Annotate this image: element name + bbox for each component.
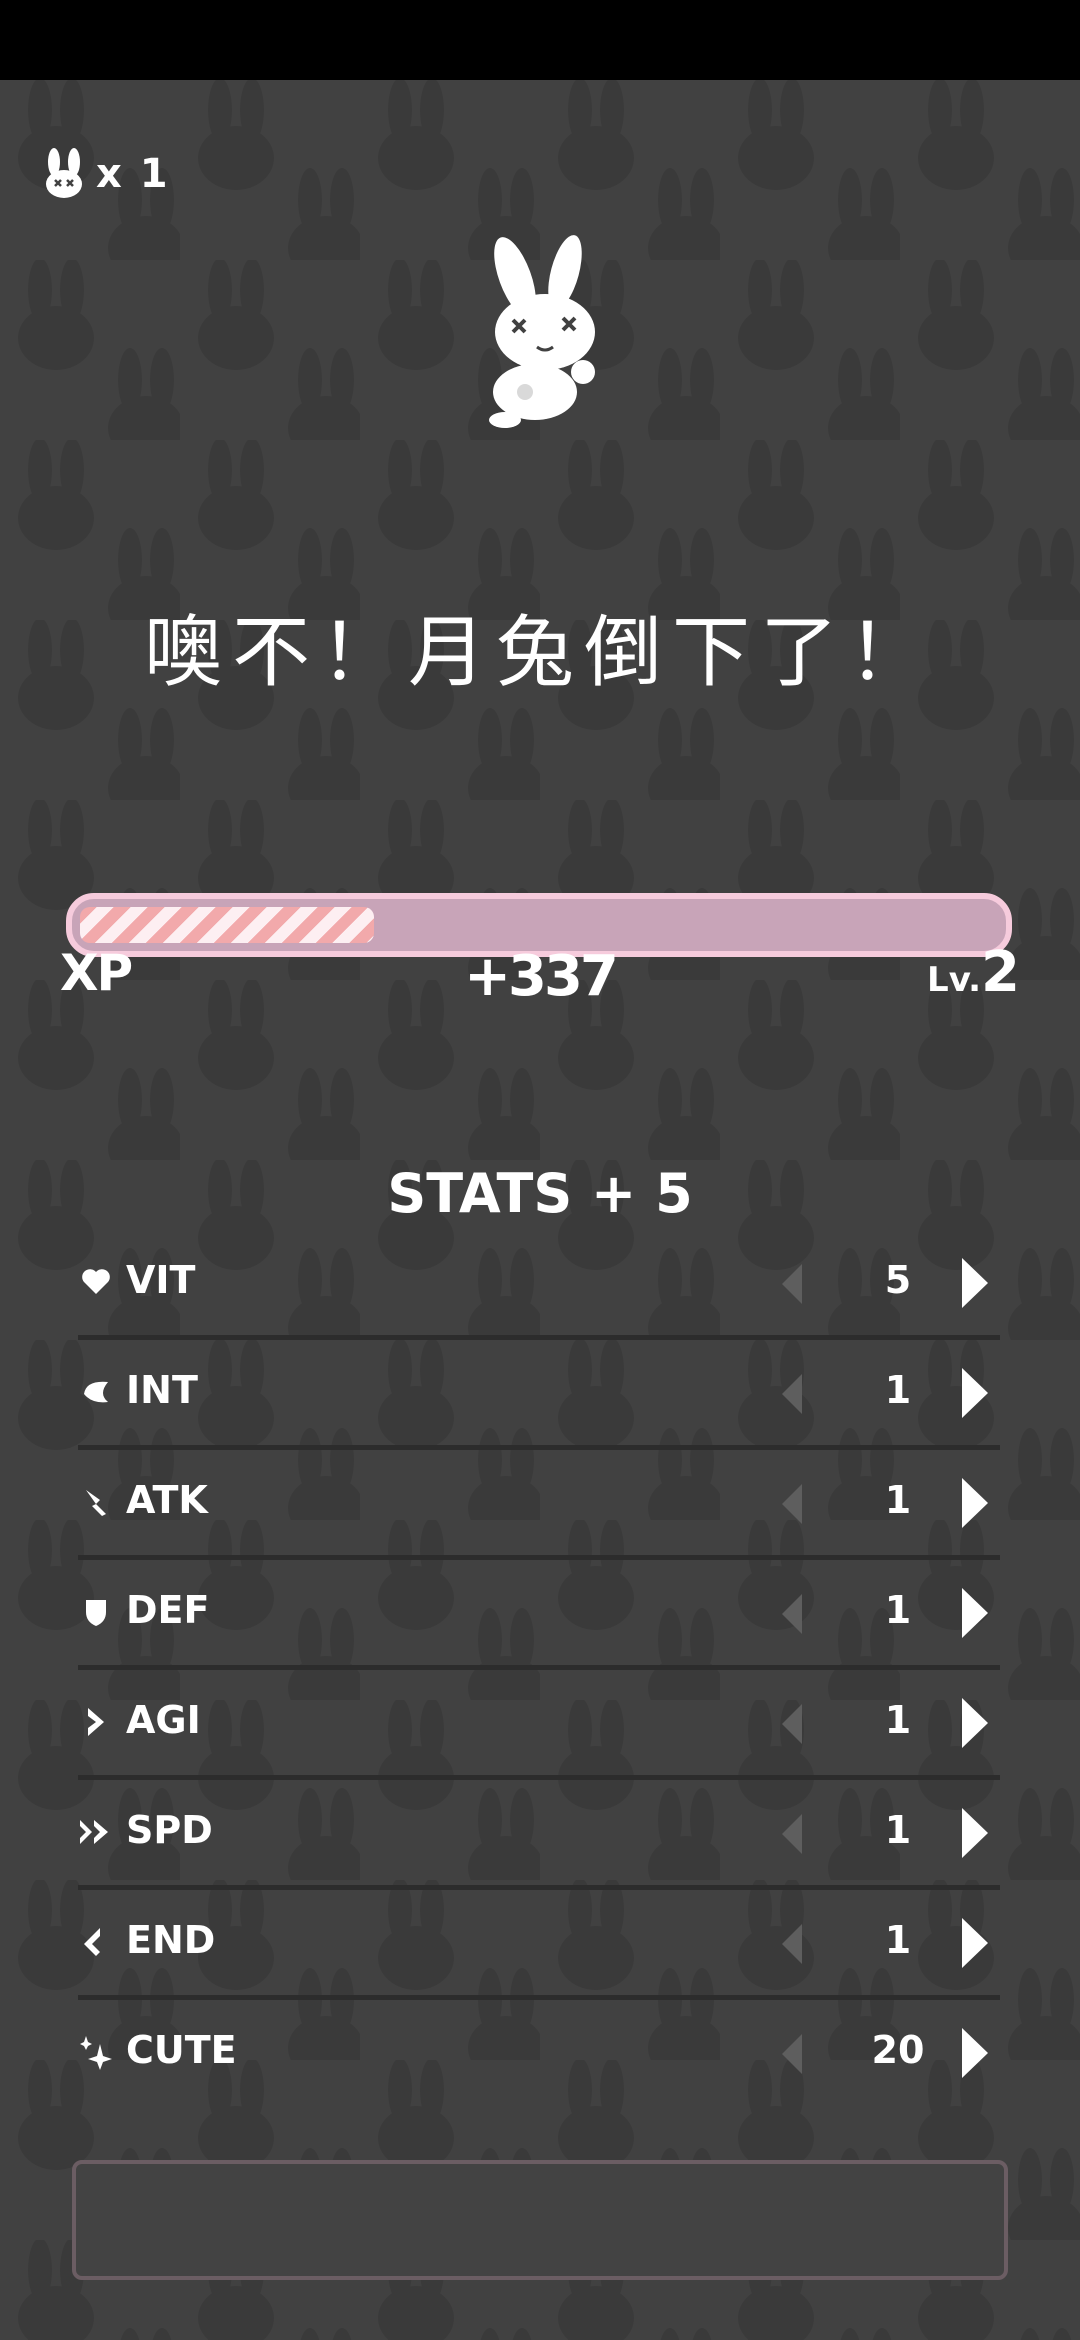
decrease-int-button[interactable] [778, 1372, 806, 1416]
game-over-title: 噢不！月兔倒下了！ [143, 608, 936, 698]
increase-def-button[interactable] [958, 1586, 992, 1640]
stat-name: SPD [126, 1808, 213, 1852]
heart-icon [82, 1269, 110, 1294]
stat-name: INT [126, 1368, 198, 1412]
stat-value: 1 [884, 1918, 912, 1962]
increase-end-button[interactable] [958, 1916, 992, 1970]
level-prefix: Lv. [927, 960, 982, 1000]
stats-list: VIT 5 INT 1 ATK 1 DEF 1 AGI 1 SPD 1 END 1 CUTE 20 [78, 1230, 1000, 2110]
stat-name: END [126, 1918, 216, 1962]
bunny-icon [46, 148, 82, 198]
stat-value: 1 [884, 1588, 912, 1632]
lives-count: x 1 [96, 151, 170, 197]
stat-row-int: INT 1 [78, 1340, 1000, 1450]
stats-points-header: STATS + 5 [387, 1162, 693, 1225]
stat-value: 1 [884, 1808, 912, 1852]
xp-gain: +337 [464, 944, 619, 1009]
stat-name: CUTE [126, 2028, 237, 2072]
stat-row-spd: SPD 1 [78, 1780, 1000, 1890]
stat-value: 20 [871, 2028, 925, 2072]
stat-value: 1 [884, 1368, 912, 1412]
chevron-icon [88, 1708, 104, 1736]
stat-value: 5 [884, 1258, 912, 1302]
xp-progress-fill [80, 907, 374, 943]
bottom-panel [72, 2160, 1008, 2280]
decrease-vit-button[interactable] [778, 1262, 806, 1306]
decrease-agi-button[interactable] [778, 1702, 806, 1746]
decrease-spd-button[interactable] [778, 1812, 806, 1856]
increase-int-button[interactable] [958, 1366, 992, 1420]
increase-spd-button[interactable] [958, 1806, 992, 1860]
stat-row-def: DEF 1 [78, 1560, 1000, 1670]
decrease-cute-button[interactable] [778, 2032, 806, 2076]
brain-icon [84, 1381, 108, 1403]
sword-icon [86, 1490, 106, 1516]
stat-row-agi: AGI 1 [78, 1670, 1000, 1780]
increase-cute-button[interactable] [958, 2026, 992, 2080]
stat-value: 1 [884, 1698, 912, 1742]
stat-row-end: END 1 [78, 1890, 1000, 2000]
level-indicator: Lv.2 [927, 940, 1020, 1005]
stat-name: DEF [126, 1588, 210, 1632]
increase-atk-button[interactable] [958, 1476, 992, 1530]
stat-name: VIT [126, 1258, 196, 1302]
double-chevron-icon [80, 1820, 108, 1844]
decrease-def-button[interactable] [778, 1592, 806, 1636]
status-bar [0, 0, 1080, 80]
decrease-end-button[interactable] [778, 1922, 806, 1966]
stat-name: ATK [126, 1478, 208, 1522]
level-number: 2 [981, 940, 1020, 1005]
stat-name: AGI [126, 1698, 201, 1742]
stat-value: 1 [884, 1478, 912, 1522]
shield-icon [86, 1600, 106, 1626]
stamina-icon [84, 1928, 100, 1956]
lives-counter: x 1 [40, 148, 170, 200]
stat-row-atk: ATK 1 [78, 1450, 1000, 1560]
fallen-bunny-character [489, 235, 595, 428]
stat-row-vit: VIT 5 [78, 1230, 1000, 1340]
stat-row-cute: CUTE 20 [78, 2000, 1000, 2110]
sparkle-icon [80, 2036, 112, 2070]
increase-vit-button[interactable] [958, 1256, 992, 1310]
decrease-atk-button[interactable] [778, 1482, 806, 1526]
increase-agi-button[interactable] [958, 1696, 992, 1750]
